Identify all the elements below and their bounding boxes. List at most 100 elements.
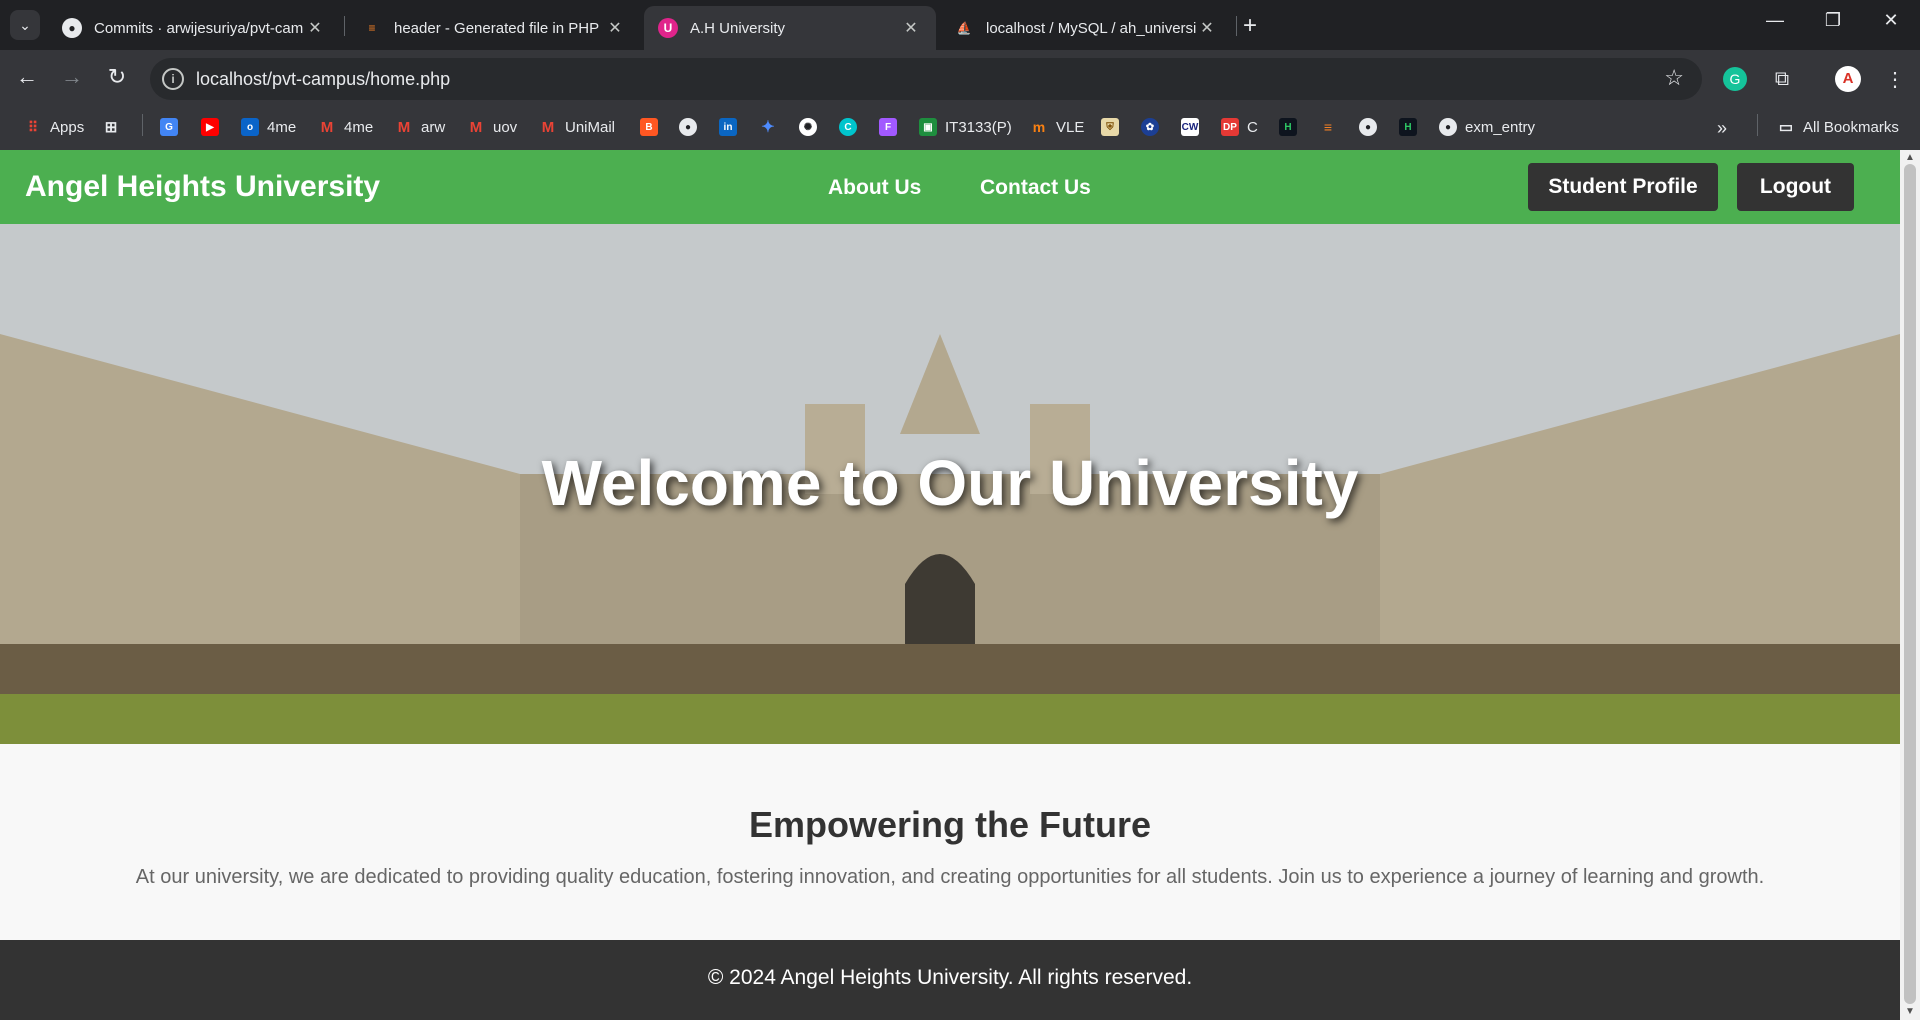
close-icon[interactable]: ✕ xyxy=(604,18,626,38)
hackerrank-icon: H xyxy=(1279,118,1297,136)
bookmark-figma[interactable]: F xyxy=(879,118,905,136)
bookmark-vle[interactable]: m VLE xyxy=(1030,118,1085,136)
bookmark-canva[interactable]: C xyxy=(839,118,865,136)
bookmark-label: 4me xyxy=(344,118,374,136)
new-tab-button[interactable]: + xyxy=(1243,12,1257,40)
bookmark-chatgpt[interactable]: ✺ xyxy=(799,118,825,136)
logout-button[interactable]: Logout xyxy=(1737,163,1854,211)
student-profile-button[interactable]: Student Profile xyxy=(1528,163,1718,211)
bookmark-hackerrank[interactable]: H xyxy=(1279,118,1305,136)
university-icon: U xyxy=(658,18,678,38)
close-icon[interactable]: ✕ xyxy=(900,18,922,38)
outlook-icon: o xyxy=(241,118,259,136)
bookmark-gmail-4me[interactable]: M 4me xyxy=(318,118,373,136)
chevron-double-right-icon: » xyxy=(1717,118,1728,138)
close-window-button[interactable]: ✕ xyxy=(1871,10,1911,31)
scroll-up-icon[interactable]: ▲ xyxy=(1905,152,1915,163)
bookmark-label: Apps xyxy=(50,118,85,136)
minimize-icon: — xyxy=(1766,10,1784,30)
nav-about-link[interactable]: About Us xyxy=(828,176,921,200)
tab-title: A.H University xyxy=(690,19,786,37)
minimize-button[interactable]: — xyxy=(1755,10,1795,31)
bookmark-separator xyxy=(1757,114,1758,136)
apps-grid-icon: ⠿ xyxy=(27,118,39,135)
bookmark-label: arw xyxy=(421,118,446,136)
bookmark-apps[interactable]: ⠿ Apps xyxy=(24,118,84,136)
bookmark-stackoverflow[interactable]: ≡ xyxy=(1319,118,1345,136)
tab-header[interactable]: ≡ header - Generated file in PHP ✕ xyxy=(348,6,640,50)
nav-contact-link[interactable]: Contact Us xyxy=(980,176,1091,200)
bookmarks-overflow-button[interactable]: » xyxy=(1717,118,1727,139)
bookmark-github-2[interactable]: ● xyxy=(1359,118,1385,136)
bookmark-youtube[interactable]: ▶ xyxy=(201,118,227,136)
bookmark-it3133[interactable]: ▣ IT3133(P) xyxy=(919,118,1012,136)
bookmark-star-icon[interactable]: ☆ xyxy=(1664,65,1684,91)
tab-ah-university[interactable]: U A.H University ✕ xyxy=(644,6,936,50)
folder-icon: ▭ xyxy=(1778,119,1794,136)
bookmark-exm-entry[interactable]: ● exm_entry xyxy=(1439,118,1535,136)
chatgpt-icon: ✺ xyxy=(799,118,817,136)
grammarly-icon[interactable]: G xyxy=(1720,64,1750,94)
restore-button[interactable]: ❐ xyxy=(1813,10,1853,31)
tab-title: header - Generated file in PHP xyxy=(394,19,600,37)
gmail-icon: M xyxy=(320,118,334,136)
tab-phpmyadmin[interactable]: ⛵ localhost / MySQL / ah_university ✕ xyxy=(940,6,1232,50)
address-text[interactable]: localhost/pvt-campus/home.php xyxy=(196,69,450,90)
bookmark-hackerrank-2[interactable]: H xyxy=(1399,118,1425,136)
bookmark-gemini[interactable]: ✦ xyxy=(759,118,785,136)
tab-commits[interactable]: ● Commits · arwijesuriya/pvt-campus ✕ xyxy=(48,6,340,50)
intro-title: Empowering the Future xyxy=(748,804,1151,845)
scroll-down-icon[interactable]: ▼ xyxy=(1905,1006,1915,1017)
bookmark-seal[interactable]: ✿ xyxy=(1141,118,1167,136)
all-bookmarks-button[interactable]: ▭ All Bookmarks xyxy=(1777,118,1899,137)
reload-icon: ↻ xyxy=(107,64,127,89)
bookmark-label: All Bookmarks xyxy=(1803,118,1899,136)
gmail-icon: M xyxy=(469,118,483,136)
youtube-icon: ▶ xyxy=(201,118,219,136)
avatar[interactable]: A xyxy=(1833,64,1863,94)
tab-search-button[interactable]: ⌄ xyxy=(10,10,40,40)
figma-icon: F xyxy=(879,118,897,136)
bookmark-translate[interactable]: G xyxy=(160,118,186,136)
hero-banner: Welcome to Our University xyxy=(0,224,1900,744)
hackerrank-icon: H xyxy=(1399,118,1417,136)
bookmark-unimail[interactable]: M UniMail xyxy=(539,118,615,136)
site-header: Angel Heights University About Us Contac… xyxy=(0,150,1900,224)
moodle-icon: m xyxy=(1032,119,1046,135)
info-icon[interactable]: i xyxy=(162,68,184,90)
close-icon[interactable]: ✕ xyxy=(304,18,326,38)
forward-button[interactable]: → xyxy=(56,64,88,90)
close-icon[interactable]: ✕ xyxy=(1196,18,1218,38)
back-button[interactable]: ← xyxy=(11,64,43,90)
seal-icon: ✿ xyxy=(1141,118,1159,136)
site-brand[interactable]: Angel Heights University xyxy=(25,170,380,204)
bookmark-crest[interactable]: ⛨ xyxy=(1101,118,1127,136)
bookmarks-bar: ⠿ Apps ⊞ G ▶ o 4me M 4me Marw Muov M UniMail… xyxy=(0,108,1920,150)
bookmark-gmail-uov[interactable]: Muov xyxy=(467,118,517,136)
bookmark-outlook-4me[interactable]: o 4me xyxy=(241,118,296,136)
bookmark-blogger[interactable]: B xyxy=(640,118,666,136)
more-menu-icon[interactable]: ⋮ xyxy=(1880,64,1910,94)
extensions-icon[interactable]: ⧉ xyxy=(1767,64,1797,94)
arrow-right-icon: → xyxy=(61,64,83,89)
close-icon: ✕ xyxy=(1883,10,1899,30)
page-scrollbar[interactable]: ▲ ▼ xyxy=(1900,150,1920,1020)
bookmark-tab-groups[interactable]: ⊞ xyxy=(102,118,128,136)
bookmark-github[interactable]: ● xyxy=(679,118,705,136)
dp-icon: DP xyxy=(1221,118,1239,136)
classroom-icon: ▣ xyxy=(919,118,937,136)
bookmark-gmail-arw[interactable]: Marw xyxy=(395,118,445,136)
plus-icon: + xyxy=(1243,12,1258,39)
intro-text: At our university, we are dedicated to p… xyxy=(135,866,1765,888)
address-bar[interactable]: i localhost/pvt-campus/home.php ☆ xyxy=(150,58,1702,100)
github-icon: ● xyxy=(679,118,697,136)
reload-button[interactable]: ↻ xyxy=(101,64,133,90)
bookmark-linkedin[interactable]: in xyxy=(719,118,745,136)
bookmark-cw[interactable]: CW xyxy=(1181,118,1207,136)
page-viewport: Angel Heights University About Us Contac… xyxy=(0,150,1900,1020)
github-icon: ● xyxy=(62,18,82,38)
scrollbar-thumb[interactable] xyxy=(1904,164,1916,1004)
bookmark-label: exm_entry xyxy=(1465,118,1536,136)
phpmyadmin-icon: ⛵ xyxy=(956,21,972,35)
bookmark-dp[interactable]: DP C xyxy=(1221,118,1258,136)
